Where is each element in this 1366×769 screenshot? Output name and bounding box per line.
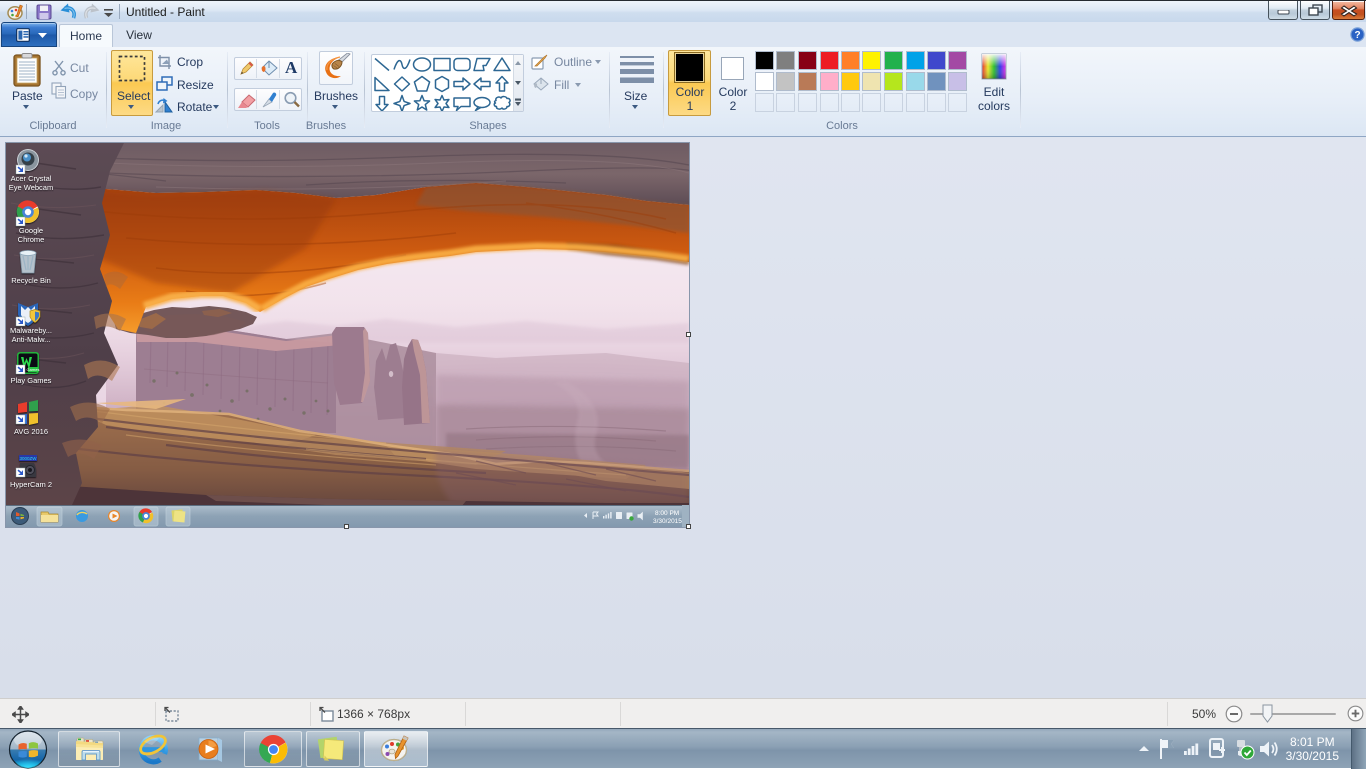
svg-text:8:00 PM: 8:00 PM	[655, 510, 679, 517]
svg-text:Play Games: Play Games	[11, 376, 52, 385]
svg-text:3/30/2015: 3/30/2015	[653, 518, 682, 525]
svg-text:Malwareby...: Malwareby...	[10, 326, 52, 335]
svg-text:HyperCam 2: HyperCam 2	[10, 480, 52, 489]
svg-text:Games: Games	[27, 367, 40, 372]
svg-text:Acer Crystal: Acer Crystal	[11, 174, 52, 183]
svg-text:Anti-Malw...: Anti-Malw...	[12, 335, 51, 344]
svg-text:Chrome: Chrome	[18, 235, 45, 244]
svg-text:Eye Webcam: Eye Webcam	[9, 183, 53, 192]
svg-text:3000ZW: 3000ZW	[19, 456, 37, 461]
svg-text:AVG 2016: AVG 2016	[14, 427, 48, 436]
svg-text:Recycle Bin: Recycle Bin	[11, 276, 51, 285]
svg-text:Google: Google	[19, 226, 43, 235]
svg-text:?: ?	[1354, 30, 1360, 41]
